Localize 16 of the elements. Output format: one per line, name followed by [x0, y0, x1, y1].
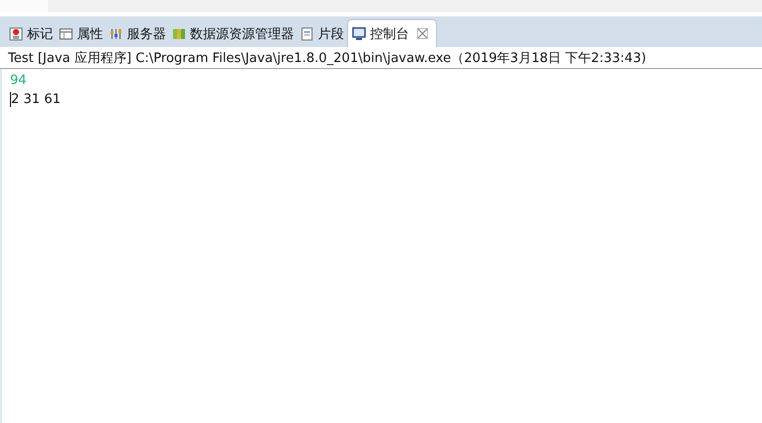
tab[interactable]: 标记: [6, 20, 56, 47]
console-line: 94: [10, 72, 27, 90]
tab[interactable]: 控制台: [347, 19, 437, 47]
document-icon: [300, 26, 314, 40]
tab[interactable]: 属性: [56, 20, 106, 47]
console-line: 2 31 61: [11, 91, 61, 109]
monitor-icon: [352, 26, 366, 40]
tab[interactable]: 片段: [297, 20, 347, 47]
tab[interactable]: 数据源资源管理器: [169, 20, 297, 47]
list-icon: [59, 26, 73, 40]
sliders-icon: [109, 26, 123, 40]
marker-icon: [9, 26, 23, 40]
close-icon[interactable]: [417, 28, 428, 39]
console-header: Test [Java 应用程序] C:\Program Files\Java\jre1.8.0_201\bin\javaw.exe（2019年3月18日 下午2:33:43): [0, 47, 762, 69]
database-icon: [172, 26, 186, 40]
tab[interactable]: 服务器: [106, 20, 169, 47]
